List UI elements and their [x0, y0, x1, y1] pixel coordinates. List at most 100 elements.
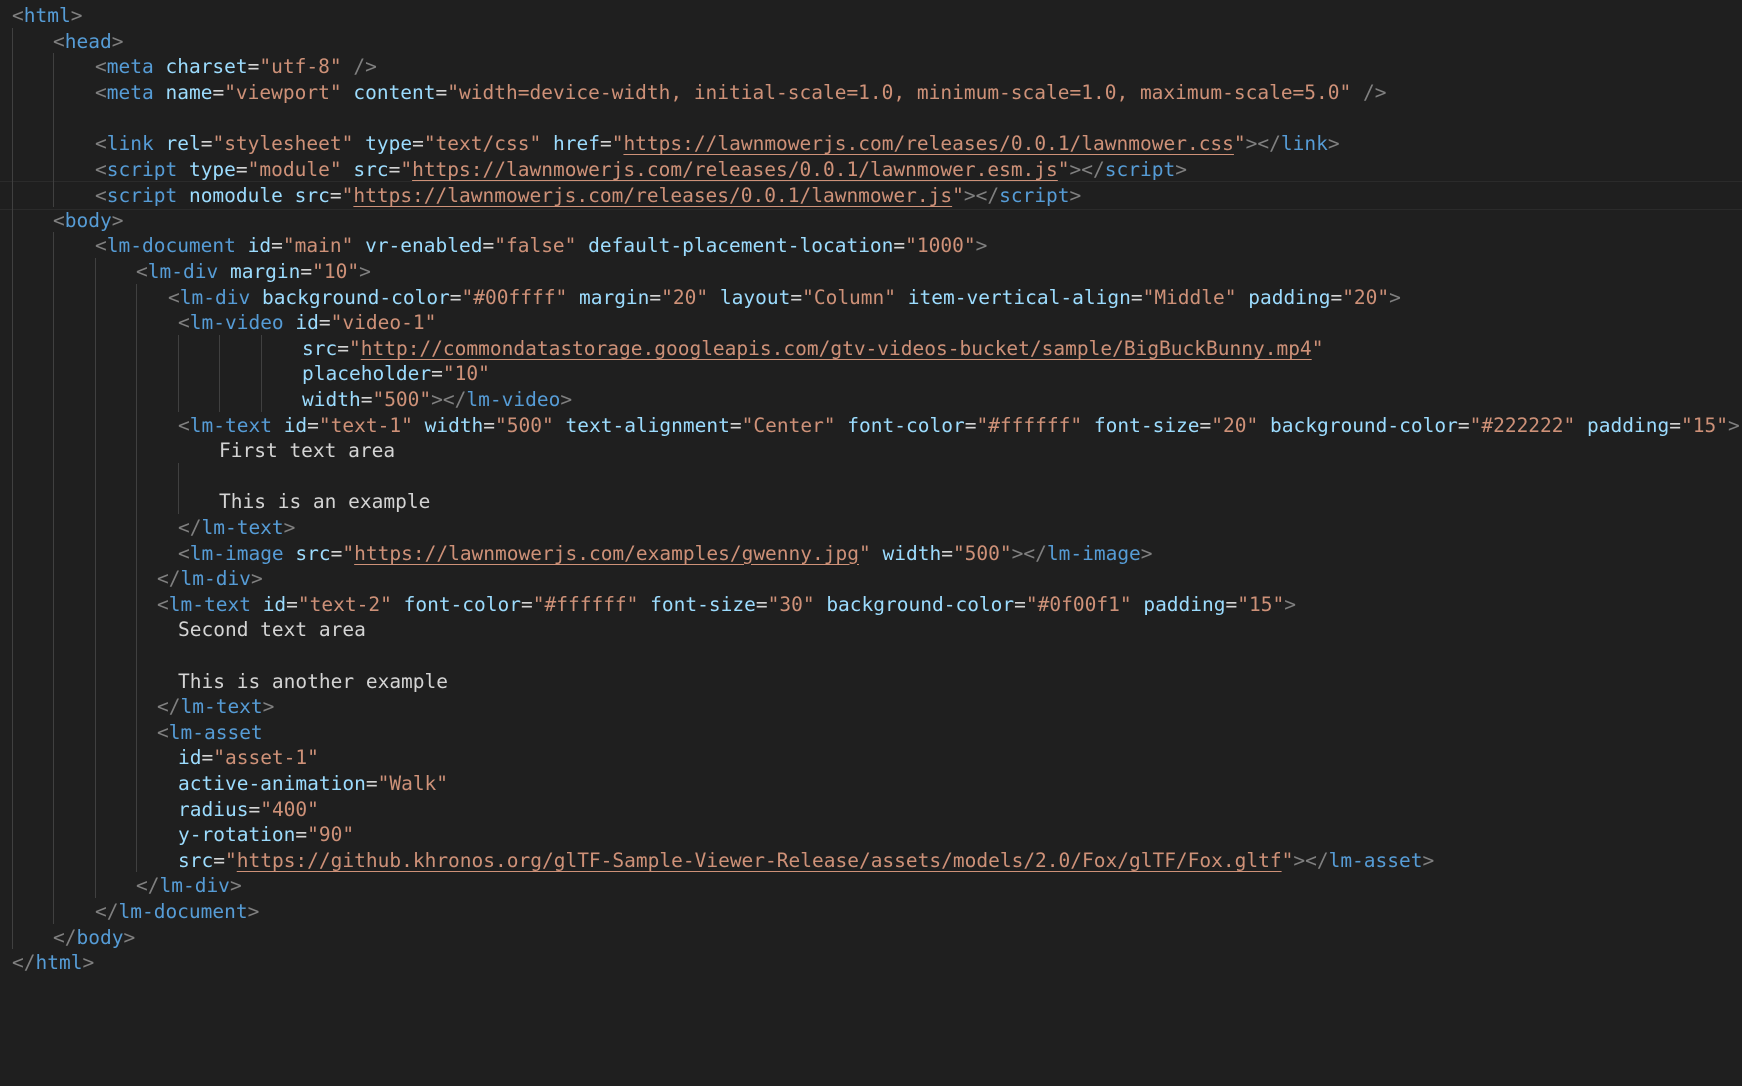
code-line[interactable]: <head> [0, 28, 1742, 57]
code-token-url[interactable]: https://lawnmowerjs.com/examples/gwenny.… [354, 542, 859, 565]
code-token-punct: > [250, 567, 263, 591]
code-token-attr: src [353, 157, 389, 181]
code-token-attr: src [294, 184, 330, 208]
code-token-text: = [729, 413, 742, 437]
code-line[interactable]: First text area [0, 437, 1742, 466]
code-token-punct: > [1422, 848, 1435, 872]
code-token-str: "module" [247, 157, 342, 181]
code-token-str: " [1057, 157, 1070, 181]
code-token-text: = [893, 234, 906, 258]
code-line[interactable] [0, 642, 1742, 671]
code-token-punct: </ [53, 925, 77, 949]
code-token-text: = [318, 311, 331, 335]
code-line[interactable]: <meta charset="utf-8" /> [0, 53, 1742, 82]
code-token-attr: src [295, 541, 331, 565]
code-token-attr: y-rotation [178, 823, 296, 847]
code-line[interactable]: </lm-document> [0, 898, 1742, 927]
code-line[interactable]: <lm-image src="https://lawnmowerjs.com/e… [0, 540, 1742, 569]
code-line[interactable]: <script nomodule src="https://lawnmowerj… [0, 181, 1742, 210]
code-token-text: = [337, 336, 349, 360]
code-token-text: = [212, 80, 225, 104]
code-token-str: "500" [372, 388, 432, 411]
code-token-url[interactable]: https://lawnmowerjs.com/releases/0.0.1/l… [623, 132, 1233, 155]
code-line[interactable]: <lm-div background-color="#00ffff" margi… [0, 284, 1742, 313]
code-token-punct: ></ [1011, 541, 1047, 565]
code-token-attr: id [178, 746, 202, 770]
code-token-url[interactable]: https://lawnmowerjs.com/releases/0.0.1/l… [412, 158, 1058, 181]
code-token-punct: > [1175, 157, 1187, 181]
code-line[interactable]: </lm-text> [0, 514, 1742, 543]
code-token-str: "400" [260, 797, 319, 821]
code-token-text: = [483, 413, 496, 437]
code-line[interactable]: radius="400" [0, 796, 1742, 825]
code-token-tag: lm-asset [168, 720, 263, 744]
code-token-str: " [858, 541, 871, 565]
code-token-text: = [412, 132, 424, 155]
code-token-text: = [1199, 413, 1212, 437]
code-token-str: " [400, 157, 413, 181]
code-line[interactable]: <meta name="viewport" content="width=dev… [0, 79, 1742, 108]
code-line[interactable]: active-animation="Walk" [0, 770, 1742, 799]
code-line[interactable]: src="https://github.khronos.org/glTF-Sam… [0, 847, 1742, 876]
code-token-attr: padding [1587, 413, 1670, 437]
code-line[interactable]: y-rotation="90" [0, 821, 1742, 850]
code-line[interactable]: This is an example [0, 488, 1742, 517]
code-line[interactable] [0, 104, 1742, 133]
code-line[interactable]: <lm-div margin="10"> [0, 258, 1742, 287]
code-token-tag: meta [106, 55, 154, 79]
code-token-url[interactable]: https://github.khronos.org/glTF-Sample-V… [237, 849, 1282, 872]
code-line[interactable]: </lm-div> [0, 565, 1742, 594]
code-token-punct: < [95, 184, 107, 208]
code-token-punct: < [95, 157, 107, 181]
code-token-punct: </ [136, 874, 160, 898]
code-token-str: "video-1" [330, 311, 437, 335]
code-token-tag: head [64, 29, 112, 53]
code-line[interactable]: <script type="module" src="https://lawnm… [0, 156, 1742, 185]
code-token-str: "stylesheet" [212, 132, 354, 155]
code-line[interactable]: <lm-video id="video-1" [0, 309, 1742, 338]
code-line[interactable] [0, 463, 1742, 492]
code-token-url[interactable]: https://lawnmowerjs.com/releases/0.0.1/l… [353, 184, 952, 207]
indent-guide [261, 334, 262, 412]
code-line[interactable]: This is another example [0, 668, 1742, 697]
code-line[interactable]: <body> [0, 207, 1742, 236]
code-token-attr: id [295, 311, 319, 335]
code-line[interactable]: <link rel="stylesheet" type="text/css" h… [0, 130, 1742, 159]
code-line[interactable]: <lm-document id="main" vr-enabled="false… [0, 232, 1742, 261]
code-token-punct: < [178, 541, 190, 565]
code-line[interactable]: <lm-text id="text-1" width="500" text-al… [0, 412, 1742, 441]
code-token-url[interactable]: http://commondatastorage.googleapis.com/… [361, 337, 1312, 360]
code-token-punct: </ [12, 951, 36, 975]
code-token-text: = [755, 592, 768, 616]
code-token-punct: > [1140, 541, 1153, 565]
code-line[interactable]: </body> [0, 924, 1742, 953]
code-token-text: = [790, 285, 803, 309]
code-token-str: "15" [1237, 592, 1285, 616]
code-line[interactable]: <lm-asset [0, 719, 1742, 748]
code-token-punct: < [157, 592, 169, 616]
code-line[interactable]: </html> [0, 949, 1742, 978]
code-token-text: This is an example [219, 490, 431, 514]
code-token-tag: script [1104, 157, 1176, 181]
code-token-attr: id [247, 234, 272, 258]
code-line[interactable]: id="asset-1" [0, 744, 1742, 773]
code-line[interactable]: </lm-text> [0, 693, 1742, 722]
code-token-str: "viewport" [224, 80, 342, 104]
indent-guide [95, 258, 96, 898]
code-token-text: = [235, 157, 248, 181]
code-line[interactable]: <html> [0, 2, 1742, 31]
code-line[interactable]: <lm-text id="text-2" font-color="#ffffff… [0, 591, 1742, 620]
code-editor[interactable]: <html> <head> <meta charset="utf-8" /> <met… [0, 0, 1742, 1086]
code-token-attr: nomodule [188, 184, 283, 208]
code-line[interactable]: </lm-div> [0, 872, 1742, 901]
code-line[interactable]: Second text area [0, 616, 1742, 645]
